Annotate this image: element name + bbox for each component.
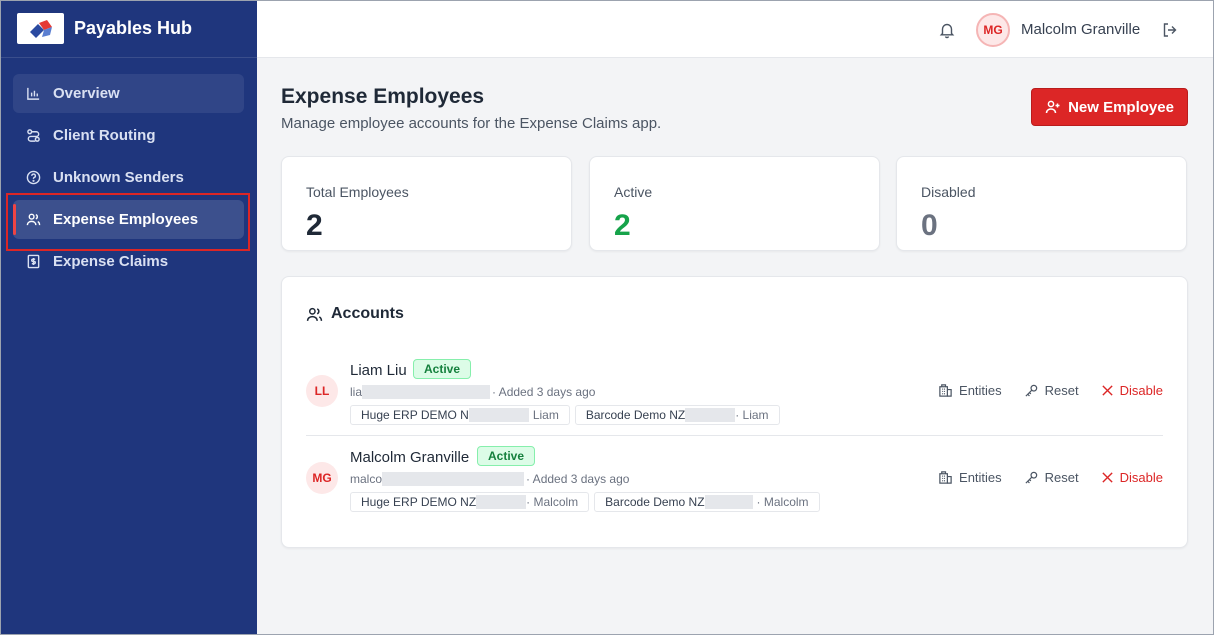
chip-user: · Liam (735, 408, 769, 422)
entities-label: Entities (959, 383, 1002, 398)
disable-button[interactable]: Disable (1101, 470, 1163, 485)
redacted-entity (704, 495, 753, 509)
chip-entity: Huge ERP DEMO NZ (361, 495, 477, 509)
sidebar-item-unknown-senders[interactable]: Unknown Senders (13, 158, 244, 197)
stat-value: 0 (921, 209, 938, 242)
users-icon (25, 212, 41, 228)
reset-button[interactable]: Reset (1024, 383, 1079, 398)
sidebar-item-label: Overview (53, 85, 120, 102)
stat-card-disabled: Disabled 0 (896, 156, 1187, 251)
accounts-card: Accounts LL Liam Liu Active lia · Added … (281, 276, 1188, 548)
redacted-entity (476, 495, 527, 509)
question-circle-icon (25, 170, 41, 186)
chip-user: · Malcolm (526, 495, 579, 509)
employee-name: Malcolm Granville (350, 449, 470, 466)
email-prefix: lia (350, 385, 363, 399)
brand: Payables Hub (0, 0, 257, 58)
page-title: Expense Employees (281, 85, 485, 108)
entities-label: Entities (959, 470, 1002, 485)
user-plus-icon (1045, 99, 1061, 115)
stat-card-total: Total Employees 2 (281, 156, 572, 251)
employee-name: Liam Liu (350, 362, 407, 379)
reset-label: Reset (1044, 470, 1079, 485)
status-badge: Active (413, 359, 472, 379)
main-content: Expense Employees Manage employee accoun… (257, 58, 1214, 635)
row-actions: Entities Reset Disable (916, 383, 1163, 398)
sidebar-item-label: Client Routing (53, 127, 156, 144)
sidebar-item-expense-claims[interactable]: Expense Claims (13, 242, 244, 281)
payables-hub-logo[interactable] (17, 13, 64, 44)
sidebar-item-label: Expense Claims (53, 253, 169, 270)
building-icon (938, 383, 953, 398)
avatar: MG (306, 462, 338, 494)
app-title: Payables Hub (74, 18, 193, 38)
stat-label: Active (614, 184, 653, 200)
stat-value: 2 (614, 209, 631, 242)
entity-chip: Huge ERP DEMO NZ · Malcolm (350, 492, 590, 512)
key-icon (1024, 383, 1039, 398)
users-icon (306, 306, 323, 323)
new-employee-button[interactable]: New Employee (1031, 88, 1188, 126)
sidebar-item-overview[interactable]: Overview (13, 74, 244, 113)
status-badge: Active (477, 446, 536, 466)
stat-value: 2 (306, 209, 323, 242)
row-actions: Entities Reset Disable (916, 470, 1163, 485)
entity-chips: Huge ERP DEMO N Liam Barcode Demo NZ · L… (350, 405, 785, 425)
entity-chip: Barcode Demo NZ · Malcolm (594, 492, 820, 512)
avatar[interactable]: MG (976, 13, 1010, 47)
building-icon (938, 470, 953, 485)
route-icon (25, 128, 41, 144)
disable-label: Disable (1119, 383, 1163, 398)
entity-chips: Huge ERP DEMO NZ · Malcolm Barcode Demo … (350, 492, 825, 512)
sidebar: Payables Hub Overview Client Routing Unk… (0, 0, 257, 635)
user-name[interactable]: Malcolm Granville (1021, 21, 1140, 38)
reset-button[interactable]: Reset (1024, 470, 1079, 485)
redacted-entity (685, 408, 736, 422)
entities-button[interactable]: Entities (938, 470, 1002, 485)
key-icon (1024, 470, 1039, 485)
receipt-dollar-icon (25, 254, 41, 270)
entities-button[interactable]: Entities (938, 383, 1002, 398)
bell-icon[interactable] (938, 21, 956, 39)
top-bar: MG Malcolm Granville (257, 0, 1214, 58)
disable-label: Disable (1119, 470, 1163, 485)
chip-user: · Malcolm (756, 495, 809, 509)
logout-icon[interactable] (1161, 21, 1179, 39)
redacted-entity (468, 408, 529, 422)
stat-label: Disabled (921, 184, 976, 200)
chip-entity: Huge ERP DEMO N (361, 408, 469, 422)
accounts-header: Accounts (306, 305, 404, 323)
list-item: LL Liam Liu Active lia · Added 3 days ag… (306, 355, 1163, 435)
entity-chip: Huge ERP DEMO N Liam (350, 405, 570, 425)
sidebar-item-label: Unknown Senders (53, 169, 184, 186)
entity-chip: Barcode Demo NZ · Liam (574, 405, 780, 425)
added-time: · Added 3 days ago (492, 385, 596, 399)
reset-label: Reset (1044, 383, 1079, 398)
disable-button[interactable]: Disable (1101, 383, 1163, 398)
redacted-email (362, 385, 491, 399)
new-employee-label: New Employee (1068, 98, 1174, 116)
sidebar-item-label: Expense Employees (53, 211, 199, 228)
avatar: LL (306, 375, 338, 407)
added-time: · Added 3 days ago (526, 472, 630, 486)
sidebar-item-expense-employees[interactable]: Expense Employees (13, 200, 244, 239)
employee-meta: lia · Added 3 days ago (350, 385, 595, 399)
accounts-title: Accounts (331, 305, 404, 322)
email-prefix: malco (350, 472, 383, 486)
row-divider (306, 435, 1163, 436)
close-icon (1101, 384, 1114, 397)
page-subtitle: Manage employee accounts for the Expense… (281, 115, 662, 132)
chip-entity: Barcode Demo NZ (585, 408, 686, 422)
close-icon (1101, 471, 1114, 484)
stat-label: Total Employees (306, 184, 409, 200)
redacted-email (382, 472, 525, 486)
employee-meta: malco · Added 3 days ago (350, 472, 629, 486)
chip-user: Liam (532, 408, 559, 422)
chip-entity: Barcode Demo NZ (605, 495, 705, 509)
bar-chart-icon (25, 86, 41, 102)
sidebar-item-client-routing[interactable]: Client Routing (13, 116, 244, 155)
stat-card-active: Active 2 (589, 156, 880, 251)
list-item: MG Malcolm Granville Active malco · Adde… (306, 442, 1163, 522)
